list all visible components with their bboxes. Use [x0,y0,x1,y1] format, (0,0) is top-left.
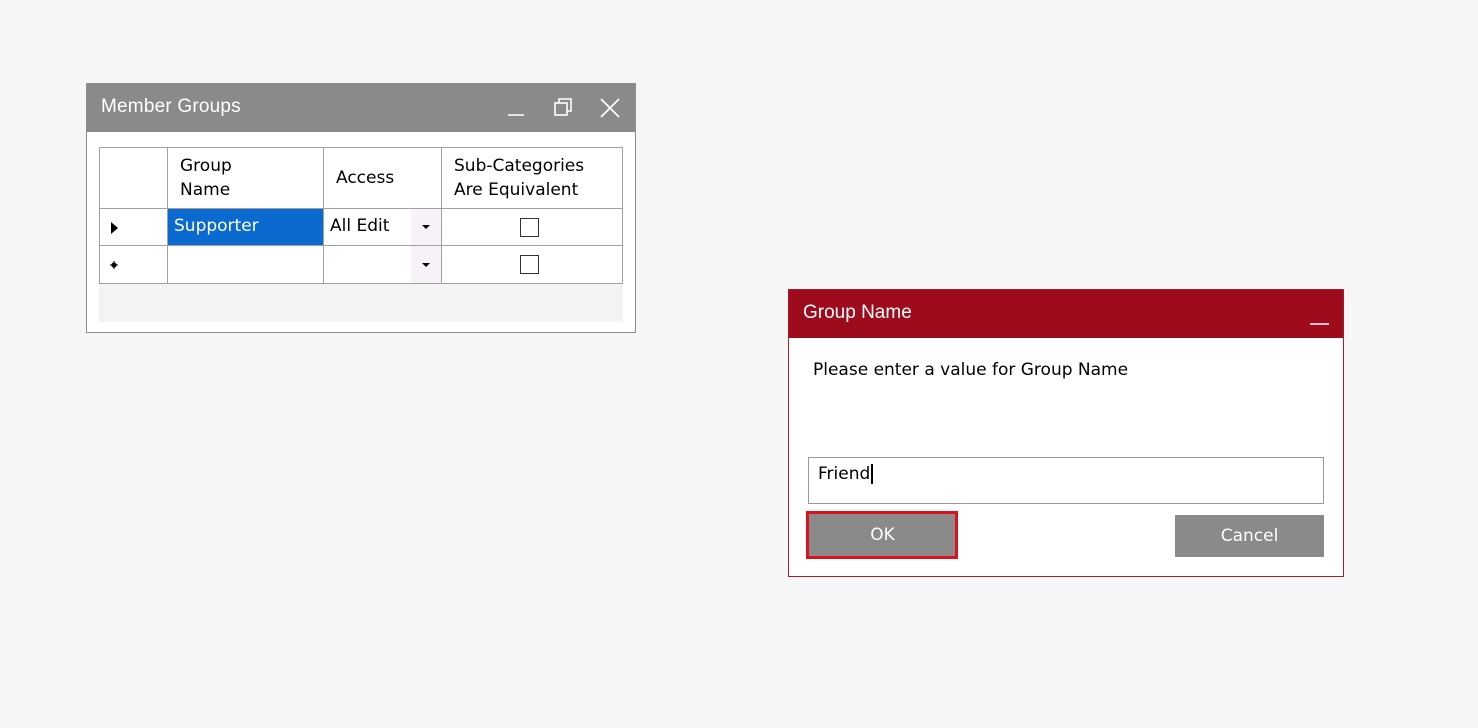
column-header-sub-categories[interactable]: Sub-Categories Are Equivalent [442,147,623,209]
group-name-input[interactable]: Friend [808,457,1324,504]
access-cell-new[interactable] [324,246,442,284]
access-value: All Edit [330,216,390,236]
group-name-dialog-title: Group Name [803,302,912,323]
member-groups-titlebar[interactable]: Member Groups [87,84,635,132]
grid-header-row: Group Name Access Sub-Categories Are Equ… [99,147,623,209]
column-header-access[interactable]: Access [324,147,442,209]
row-header-new[interactable] [99,246,168,284]
access-dropdown-button[interactable] [411,209,441,245]
dropdown-arrow-icon [422,225,430,229]
sub-categories-checkbox-new[interactable] [520,255,539,274]
column-header-group-name-line2: Name [180,180,231,200]
close-button[interactable] [595,92,625,124]
sub-categories-cell[interactable] [442,209,623,246]
row-header[interactable] [99,209,168,246]
sub-categories-checkbox[interactable] [520,218,539,237]
member-groups-window: Member Groups Group Name Access Sub-Cate… [86,83,636,333]
sub-categories-cell-new[interactable] [442,246,623,284]
access-dropdown-button-new[interactable] [411,246,441,283]
ok-button[interactable]: OK [809,514,956,556]
member-groups-grid: Group Name Access Sub-Categories Are Equ… [99,147,623,322]
member-groups-title: Member Groups [101,96,241,117]
current-row-arrow-icon [111,222,118,234]
group-name-cell[interactable]: Supporter [168,209,324,246]
ok-button-label: OK [870,525,895,545]
minimize-icon [508,114,524,116]
text-caret [871,464,873,484]
minimize-icon [1310,323,1329,325]
column-header-sub-categories-line2: Are Equivalent [454,180,579,200]
group-name-cell-new[interactable] [168,246,324,284]
close-icon [600,98,620,118]
cancel-button[interactable]: Cancel [1175,515,1324,557]
column-header-sub-categories-line1: Sub-Categories [454,156,585,176]
restore-icon [554,98,572,116]
column-header-group-name-line1: Group [180,156,232,176]
column-header-access-label: Access [336,168,395,188]
new-row-asterisk-icon [110,261,118,269]
group-name-value: Supporter [174,216,259,236]
dialog-prompt: Please enter a value for Group Name [813,360,1129,380]
cancel-button-label: Cancel [1220,526,1279,546]
column-header-group-name[interactable]: Group Name [168,147,324,209]
minimize-button[interactable] [501,92,531,124]
table-row: Supporter All Edit [99,209,623,246]
restore-button[interactable] [548,92,578,124]
dropdown-arrow-icon [422,262,430,267]
table-row-new [99,246,623,284]
group-name-dialog-titlebar[interactable]: Group Name [789,290,1343,338]
access-cell[interactable]: All Edit [324,209,442,246]
dialog-minimize-button[interactable] [1307,304,1333,328]
row-header-corner [99,147,168,209]
group-name-dialog: Group Name Please enter a value for Grou… [788,289,1344,577]
group-name-input-value: Friend [818,464,871,484]
